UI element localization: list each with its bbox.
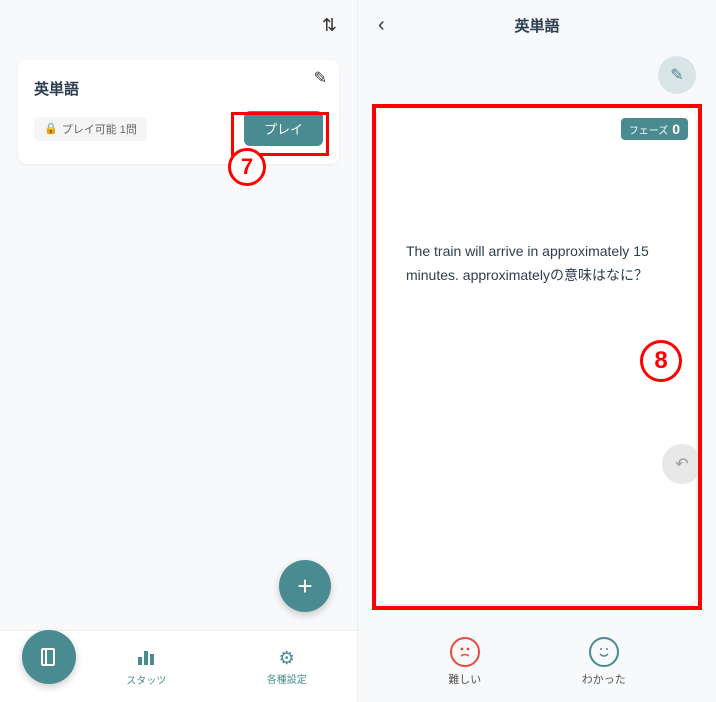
- undo-button[interactable]: ↶: [662, 444, 702, 484]
- chip-text: プレイ可能 1問: [62, 121, 137, 137]
- back-icon[interactable]: ‹: [378, 14, 385, 37]
- smile-icon: [589, 637, 619, 667]
- nav-decks-button[interactable]: [22, 630, 76, 684]
- frown-icon: [450, 637, 480, 667]
- flashcard-area: フェーズ 0 The train will arrive in approxim…: [372, 104, 702, 610]
- bottom-nav: スタッツ ⚙ 各種設定: [0, 630, 357, 702]
- flashcard[interactable]: フェーズ 0 The train will arrive in approxim…: [378, 110, 696, 604]
- cards-icon: [37, 645, 61, 669]
- frown-face-icon: [456, 643, 474, 661]
- phase-label: フェーズ: [629, 122, 669, 137]
- hard-button[interactable]: 難しい: [448, 637, 481, 687]
- play-available-chip: 🔒 プレイ可能 1問: [34, 117, 147, 141]
- bar-chart-icon: [136, 647, 156, 665]
- top-bar: ‹ 英単語: [358, 0, 716, 50]
- top-bar: ⇅: [0, 0, 357, 50]
- nav-settings-button[interactable]: ⚙ 各種設定: [217, 648, 358, 686]
- undo-icon: ↶: [675, 454, 688, 474]
- phase-badge: フェーズ 0: [621, 118, 688, 140]
- easy-button[interactable]: わかった: [582, 637, 626, 687]
- stats-icon: [136, 647, 156, 670]
- gear-icon: ⚙: [279, 648, 295, 669]
- nav-stats-label: スタッツ: [126, 672, 166, 687]
- sort-icon[interactable]: ⇅: [322, 15, 337, 36]
- plus-icon: +: [297, 571, 312, 602]
- hard-label: 難しい: [448, 671, 481, 687]
- flashcard-screen: ‹ 英単語 ✎ フェーズ 0 The train will arrive in …: [358, 0, 716, 702]
- pencil-icon[interactable]: ✎: [314, 68, 327, 88]
- phase-value: 0: [672, 121, 680, 137]
- edit-card-button[interactable]: ✎: [658, 56, 696, 94]
- answer-bar: 難しい わかった: [358, 622, 716, 702]
- nav-stats-button[interactable]: スタッツ: [76, 647, 217, 687]
- nav-settings-label: 各種設定: [267, 671, 307, 686]
- easy-label: わかった: [582, 671, 626, 687]
- pencil-icon: ✎: [670, 65, 683, 85]
- page-title: 英単語: [514, 15, 559, 36]
- deck-card-footer: 🔒 プレイ可能 1問 プレイ: [34, 111, 323, 146]
- add-fab[interactable]: +: [279, 560, 331, 612]
- play-button[interactable]: プレイ: [244, 111, 323, 146]
- annotation-marker-7: 7: [228, 148, 266, 186]
- smile-face-icon: [595, 643, 613, 661]
- lock-icon: 🔒: [44, 122, 58, 135]
- question-text: The train will arrive in approximately 1…: [406, 240, 668, 288]
- annotation-marker-8: 8: [640, 340, 682, 382]
- deck-list-screen: ⇅ ✎ 英単語 🔒 プレイ可能 1問 プレイ 7 +: [0, 0, 358, 702]
- deck-title: 英単語: [34, 78, 323, 99]
- deck-card[interactable]: ✎ 英単語 🔒 プレイ可能 1問 プレイ: [18, 60, 339, 164]
